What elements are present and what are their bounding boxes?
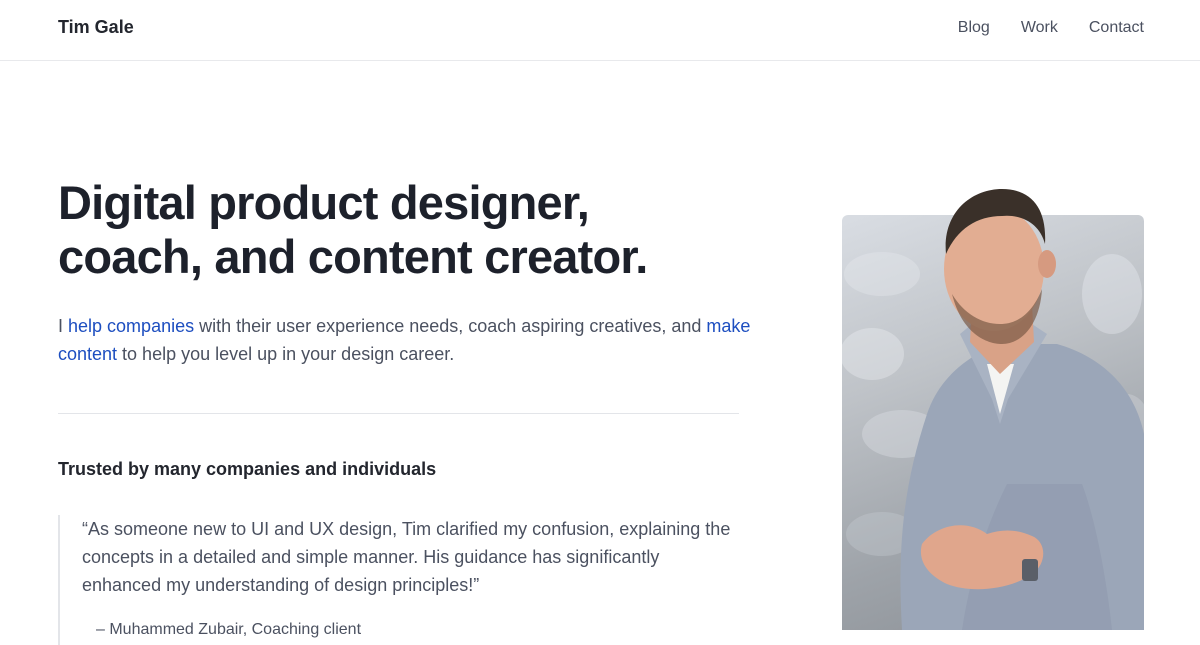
nav-work-link[interactable]: Work	[1021, 19, 1058, 37]
intro-text-1: I	[58, 316, 69, 336]
portrait-figure	[842, 189, 1144, 630]
testimonials-heading: Trusted by many companies and individual…	[58, 459, 437, 479]
hero-intro: I help companies with their user experie…	[58, 312, 758, 368]
site-header: Tim Gale Blog Work Contact	[0, 0, 1200, 61]
testimonial-author: – Muhammed Zubair, Coaching client	[96, 621, 362, 638]
testimonial-quote: “As someone new to UI and UX design, Tim…	[58, 515, 738, 645]
hero-title-line-1: Digital product designer,	[58, 176, 590, 229]
main-nav: Blog Work Contact	[958, 19, 1144, 37]
intro-text-3: to help you level up in your design care…	[117, 344, 455, 364]
testimonial-text: “As someone new to UI and UX design, Tim…	[82, 519, 731, 595]
section-divider	[58, 413, 739, 414]
intro-text-2: with their user experience needs, coach …	[194, 316, 707, 336]
brand-link[interactable]: Tim Gale	[58, 17, 134, 38]
portrait-photo	[842, 184, 1144, 630]
watch	[1022, 559, 1038, 581]
nav-blog-link[interactable]: Blog	[958, 19, 990, 37]
nav-contact-link[interactable]: Contact	[1089, 19, 1144, 37]
help-companies-link[interactable]: help companies	[68, 316, 194, 336]
hero-title: Digital product designer, coach, and con…	[58, 176, 758, 284]
hero-title-line-2: coach, and content creator.	[58, 230, 648, 283]
